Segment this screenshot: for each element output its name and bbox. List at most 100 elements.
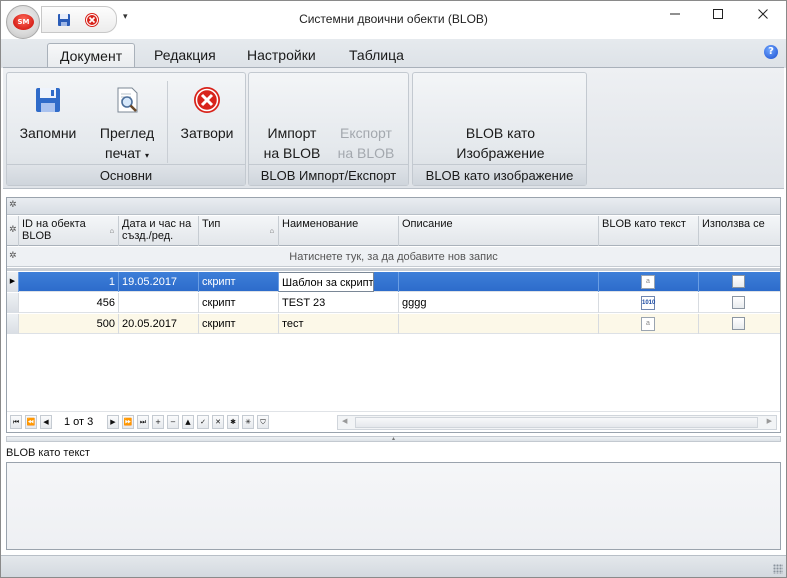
export-blob-button[interactable]: Експорт на BLOB xyxy=(329,73,403,165)
column-header-id-line1: ID на обекта xyxy=(22,218,86,230)
record-counter: 1 от 3 xyxy=(64,416,94,428)
cell-blob-text[interactable]: a xyxy=(598,272,698,292)
dropdown-arrow-icon: ▾ xyxy=(144,151,149,160)
cell-id[interactable]: 1 xyxy=(18,272,118,292)
tab-document[interactable]: Документ xyxy=(47,43,136,69)
column-header-name-line1: Наименование xyxy=(282,218,359,230)
prev-page-icon[interactable]: ⏪ xyxy=(25,415,37,429)
refresh-icon[interactable]: ✱ xyxy=(227,415,239,429)
column-header-date[interactable]: Дата и час на създ./ред. xyxy=(118,216,198,246)
column-header-used[interactable]: Използва се xyxy=(698,216,780,246)
export-blob-label: Експорт на BLOB xyxy=(329,123,403,163)
next-page-icon[interactable]: ⏩ xyxy=(122,415,134,429)
sort-icon: ⌂ xyxy=(269,228,274,235)
cell-id[interactable]: 500 xyxy=(18,314,118,334)
close-window-button[interactable] xyxy=(748,6,778,28)
splitter-handle[interactable]: ▴ xyxy=(6,436,781,442)
scroll-right-icon[interactable]: ▶ xyxy=(767,417,772,425)
column-header-id[interactable]: ID на обекта BLOB ⌂ xyxy=(18,216,118,246)
column-header-description[interactable]: Описание xyxy=(398,216,598,246)
post-edit-icon[interactable]: ✓ xyxy=(197,415,209,429)
blob-as-image-label: BLOB като Изображение xyxy=(423,123,578,163)
cell-name[interactable]: TEST 23 xyxy=(278,293,398,313)
import-blob-label-line1: Импорт xyxy=(267,125,317,141)
help-icon[interactable]: ? xyxy=(764,45,778,59)
table-row[interactable]: 500 20.05.2017 скрипт тест a xyxy=(7,314,780,334)
cell-blob-text[interactable]: a xyxy=(598,314,698,334)
prev-record-icon[interactable]: ◀ xyxy=(40,415,52,429)
grid-header: ✲ ID на обекта BLOB ⌂ Дата и час на създ… xyxy=(7,216,780,246)
cell-description[interactable]: gggg xyxy=(398,293,598,313)
column-header-name[interactable]: Наименование xyxy=(278,216,398,246)
print-preview-label: Преглед печат ▾ xyxy=(89,123,165,166)
ribbon-tab-bar: Документ Редакция Настройки Таблица ? xyxy=(1,39,786,69)
bookmark-icon[interactable]: ✳ xyxy=(242,415,254,429)
table-row[interactable]: 456 скрипт TEST 23 gggg 1010 xyxy=(7,293,780,313)
save-button[interactable]: Запомни xyxy=(9,73,87,165)
ribbon-group-blob-io: Импорт на BLOB Експорт на BLOB BLOB Импо… xyxy=(248,72,409,186)
used-checkbox[interactable] xyxy=(732,317,745,330)
blob-as-image-label-line1: BLOB като xyxy=(465,125,536,141)
cell-used[interactable] xyxy=(698,272,780,292)
ribbon-group-blob-image: BLOB като Изображение BLOB като изображе… xyxy=(412,72,587,186)
used-checkbox[interactable] xyxy=(732,275,745,288)
cell-date[interactable]: 20.05.2017 xyxy=(118,314,198,334)
group-by-row[interactable]: ✲ xyxy=(7,198,780,215)
cell-description[interactable] xyxy=(398,314,598,334)
cell-used[interactable] xyxy=(698,314,780,334)
scroll-left-icon[interactable]: ◀ xyxy=(342,417,347,425)
next-record-icon[interactable]: ▶ xyxy=(107,415,119,429)
cell-date[interactable] xyxy=(118,293,198,313)
delete-record-icon[interactable]: − xyxy=(167,415,179,429)
import-blob-button[interactable]: Импорт на BLOB xyxy=(255,73,329,165)
app-window: SM ▾ Системни двоични обекти (BLOB) Доку… xyxy=(0,0,787,578)
cell-name[interactable]: тест xyxy=(278,314,398,334)
edit-record-icon[interactable]: ▲ xyxy=(182,415,194,429)
used-checkbox[interactable] xyxy=(732,296,745,309)
cancel-edit-icon[interactable]: ✕ xyxy=(212,415,224,429)
detail-panel-label: BLOB като текст xyxy=(6,447,90,459)
ribbon-group-basic: Запомни Преглед печат ▾ Затвори Основни xyxy=(6,72,246,186)
resize-grip-icon[interactable] xyxy=(773,564,783,574)
new-row-prompt[interactable]: ✲ Натиснете тук, за да добавите нов запи… xyxy=(7,247,780,267)
tab-table[interactable]: Таблица xyxy=(337,43,416,69)
table-row[interactable]: ▶ 1 19.05.2017 скрипт Шаблон за скрипт a xyxy=(7,272,780,292)
horizontal-scrollbar[interactable]: ◀ ▶ xyxy=(337,415,777,430)
maximize-button[interactable] xyxy=(703,6,733,28)
export-blob-label-line1: Експорт xyxy=(340,125,392,141)
cell-type[interactable]: скрипт xyxy=(198,293,278,313)
blob-text-memo[interactable] xyxy=(6,462,781,550)
binary-data-icon: 1010 xyxy=(641,296,655,310)
filter-icon[interactable]: ⛉ xyxy=(257,415,269,429)
group-row-star-icon: ✲ xyxy=(9,200,17,210)
close-button[interactable]: Затвори xyxy=(169,73,245,165)
new-row-separator xyxy=(7,268,780,271)
column-header-blob-text[interactable]: BLOB като текст xyxy=(598,216,698,246)
minimize-button[interactable] xyxy=(660,6,690,28)
cell-used[interactable] xyxy=(698,293,780,313)
print-preview-button[interactable]: Преглед печат ▾ xyxy=(89,73,165,165)
title-bar: SM ▾ Системни двоични обекти (BLOB) xyxy=(1,1,786,39)
first-page-icon[interactable]: ⏮ xyxy=(10,415,22,429)
ribbon-panel: Запомни Преглед печат ▾ Затвори Основни … xyxy=(3,67,784,189)
column-header-type[interactable]: Тип ⌂ xyxy=(198,216,278,246)
cell-type[interactable]: скрипт xyxy=(198,314,278,334)
data-grid: ✲ ✲ ID на обекта BLOB ⌂ Дата и час на съ… xyxy=(6,197,781,433)
blob-as-image-button[interactable]: BLOB като Изображение xyxy=(423,73,578,165)
cell-description[interactable] xyxy=(398,272,598,292)
print-preview-label-line1: Преглед xyxy=(99,125,155,141)
close-x-icon xyxy=(758,9,768,19)
cell-id[interactable]: 456 xyxy=(18,293,118,313)
status-bar xyxy=(1,555,786,577)
scroll-thumb[interactable] xyxy=(355,417,758,428)
import-blob-label: Импорт на BLOB xyxy=(255,123,329,163)
cell-type[interactable]: скрипт xyxy=(198,272,278,292)
append-record-icon[interactable]: + xyxy=(152,415,164,429)
last-page-icon[interactable]: ⏭ xyxy=(137,415,149,429)
close-label: Затвори xyxy=(180,125,234,141)
tab-settings[interactable]: Настройки xyxy=(235,43,328,69)
cell-date[interactable]: 19.05.2017 xyxy=(118,272,198,292)
cell-blob-text[interactable]: 1010 xyxy=(598,293,698,313)
cell-name-editor[interactable]: Шаблон за скрипт xyxy=(278,272,374,292)
tab-edit[interactable]: Редакция xyxy=(142,43,228,69)
